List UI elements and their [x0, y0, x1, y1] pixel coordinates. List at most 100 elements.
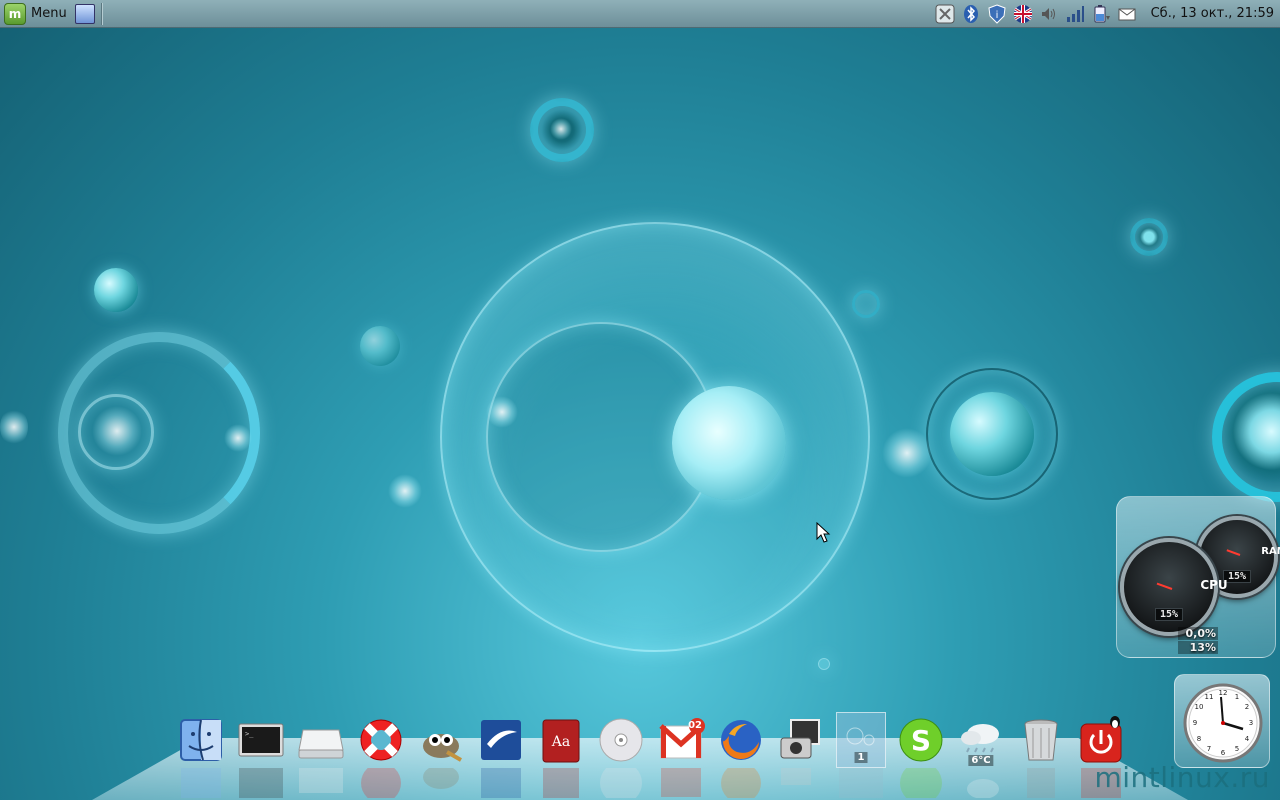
reflection-item: [356, 768, 406, 798]
dock-gimp[interactable]: [416, 712, 466, 768]
central-orb: [672, 386, 786, 500]
gimp-icon: [423, 734, 462, 762]
mouse-cursor-icon: [816, 522, 831, 543]
trash-icon: [1024, 719, 1058, 761]
teal-orb: [360, 326, 400, 366]
svg-text:8: 8: [1197, 735, 1201, 743]
dictionary-icon: Aa: [542, 719, 580, 763]
dock-screenshot[interactable]: [776, 712, 826, 768]
volume-icon[interactable]: [1039, 4, 1059, 24]
dock-workspace-switcher[interactable]: 1: [836, 712, 886, 768]
office-writer-icon: [481, 720, 521, 760]
menu-label: Menu: [31, 6, 67, 21]
screenshot-camera-icon: [780, 719, 820, 759]
cpu-value: 15%: [1154, 608, 1184, 621]
power-icon: [1080, 716, 1122, 763]
top-glow: [550, 118, 572, 140]
svg-text:12: 12: [1219, 689, 1228, 697]
drive-icon: [298, 729, 344, 759]
terminal-icon: >_: [238, 723, 284, 757]
dock-skype[interactable]: S: [896, 712, 946, 768]
svg-text:6: 6: [1221, 749, 1226, 757]
update-shield-icon[interactable]: i: [987, 3, 1007, 24]
help-lifebuoy-icon: [360, 719, 402, 761]
dock-dictionary[interactable]: Aa: [536, 712, 586, 768]
dock: >_ Aa 02 1 S 6°C: [176, 706, 1126, 768]
sysmon-extra-1: 0,0%: [1178, 627, 1218, 640]
svg-text:9: 9: [1193, 719, 1197, 727]
reflection-item: [956, 768, 1006, 798]
left-small-glow: [224, 424, 252, 452]
reflection-item: [236, 768, 286, 798]
svg-text:2: 2: [1245, 703, 1249, 711]
svg-text:3: 3: [1249, 719, 1253, 727]
clock-face-icon: 12 12 3 45 6 78 9 1011: [1183, 683, 1263, 763]
keyboard-layout-flag-icon[interactable]: [1013, 4, 1033, 24]
reflection-item: [836, 768, 886, 798]
reflection-item: [416, 768, 466, 798]
right-orb-ring: [926, 368, 1058, 500]
reflection-item: [656, 768, 706, 798]
dock-terminal[interactable]: >_: [236, 712, 286, 768]
analog-clock-widget[interactable]: 12 1 2 3 45 6 78 9 10 11: [1174, 674, 1270, 768]
menu-button[interactable]: m Menu: [0, 0, 71, 28]
dock-cd[interactable]: [596, 712, 646, 768]
dock-power[interactable]: [1076, 712, 1126, 768]
reflection-item: [596, 768, 646, 798]
small-glow: [486, 396, 518, 428]
svg-text:11: 11: [1205, 693, 1214, 701]
watermark: mintlinux.ru: [1094, 761, 1270, 794]
network-manager-icon[interactable]: [935, 4, 955, 24]
dock-office-writer[interactable]: [476, 712, 526, 768]
small-glow: [388, 474, 422, 508]
battery-icon[interactable]: [1091, 4, 1111, 24]
right-edge-ring: [1212, 372, 1280, 502]
mail-icon[interactable]: [1117, 4, 1137, 24]
svg-text:10: 10: [1195, 703, 1204, 711]
system-tray: i Сб., 13 окт., 21:59: [935, 0, 1280, 28]
cpu-label: CPU: [1200, 578, 1228, 592]
teal-orb: [94, 268, 138, 312]
edge-glow: [0, 408, 28, 446]
left-glow: [92, 406, 142, 456]
reflection-item: [896, 768, 946, 798]
panel-separator: [100, 2, 103, 25]
dock-help[interactable]: [356, 712, 406, 768]
dock-trash[interactable]: [1016, 712, 1066, 768]
reflection-item: [1016, 768, 1066, 798]
finder-icon: [180, 719, 222, 761]
reflection-item: [476, 768, 526, 798]
small-glow: [882, 428, 932, 478]
dock-weather[interactable]: 6°C: [956, 712, 1006, 768]
ram-label: RAM: [1261, 546, 1280, 557]
cd-disc-icon: [599, 718, 643, 762]
svg-text:>_: >_: [245, 730, 254, 738]
file-manager-launcher-icon[interactable]: [74, 3, 95, 24]
tiny-ring: [852, 290, 880, 318]
dock-drive[interactable]: [296, 712, 346, 768]
gmail-badge: 02: [688, 720, 702, 731]
cpu-gauge: CPU 15%: [1120, 538, 1228, 636]
dock-gmail[interactable]: 02: [656, 712, 706, 768]
reflection-item: [536, 768, 586, 798]
svg-text:S: S: [911, 724, 931, 757]
reflection-item: [776, 768, 826, 798]
tiny-ring: [818, 658, 830, 670]
svg-text:5: 5: [1235, 745, 1239, 753]
dock-firefox[interactable]: [716, 712, 766, 768]
bluetooth-icon[interactable]: [961, 4, 981, 24]
signal-icon[interactable]: [1065, 4, 1085, 24]
reflection-item: [716, 768, 766, 798]
sysmon-extra-2: 13%: [1178, 641, 1218, 654]
reflection-item: [176, 768, 226, 798]
panel-clock[interactable]: Сб., 13 окт., 21:59: [1151, 6, 1274, 21]
dock-finder[interactable]: [176, 712, 226, 768]
reflection-item: [296, 768, 346, 798]
svg-text:i: i: [995, 10, 998, 21]
svg-text:Aa: Aa: [551, 734, 570, 750]
top-panel: m Menu i Сб., 13 окт., 21:59: [0, 0, 1280, 28]
weather-temp: 6°C: [968, 755, 994, 766]
dock-reflection: [176, 768, 1126, 798]
firefox-icon: [721, 720, 761, 760]
svg-text:7: 7: [1207, 745, 1211, 753]
